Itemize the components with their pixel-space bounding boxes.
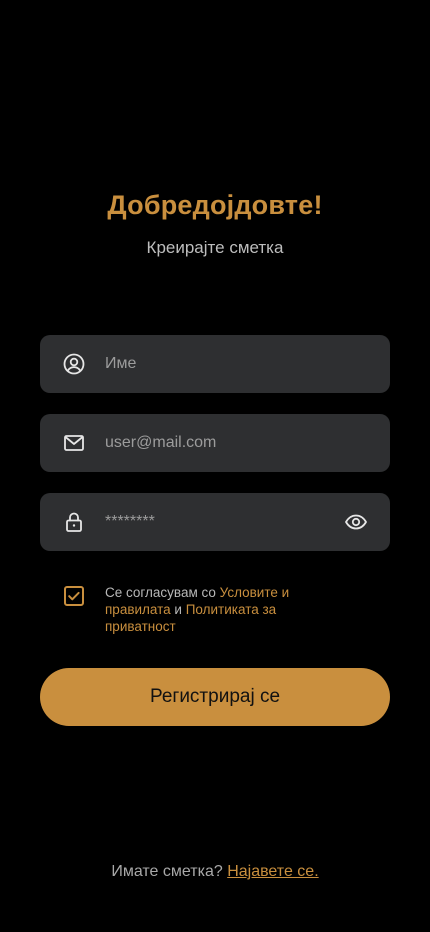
page-title: Добредојдовте! <box>107 190 323 220</box>
terms-checkbox[interactable] <box>64 586 84 606</box>
login-link[interactable]: Најавете се. <box>227 863 318 880</box>
terms-prefix: Се согласувам со <box>105 585 220 600</box>
eye-icon[interactable] <box>344 510 368 534</box>
page-subtitle: Креирајте сметка <box>146 238 284 257</box>
name-field[interactable] <box>40 335 390 393</box>
login-prompt: Имате сметка? Најавете се. <box>0 863 430 881</box>
register-button[interactable]: Регистрирај се <box>40 668 390 726</box>
login-question: Имате сметка? <box>111 863 223 880</box>
name-input[interactable] <box>105 335 335 393</box>
terms-text: Се согласувам со Условите и правилата и … <box>105 584 350 635</box>
lock-icon <box>62 510 86 534</box>
mail-icon <box>62 431 86 455</box>
register-screen: Добредојдовте! Креирајте сметка Име user… <box>0 0 430 932</box>
email-field[interactable] <box>40 414 390 472</box>
password-field[interactable] <box>40 493 390 551</box>
password-input[interactable] <box>105 493 335 551</box>
terms-conjunction: и <box>170 602 186 617</box>
user-circle-icon <box>62 352 86 376</box>
email-input[interactable] <box>105 414 335 472</box>
